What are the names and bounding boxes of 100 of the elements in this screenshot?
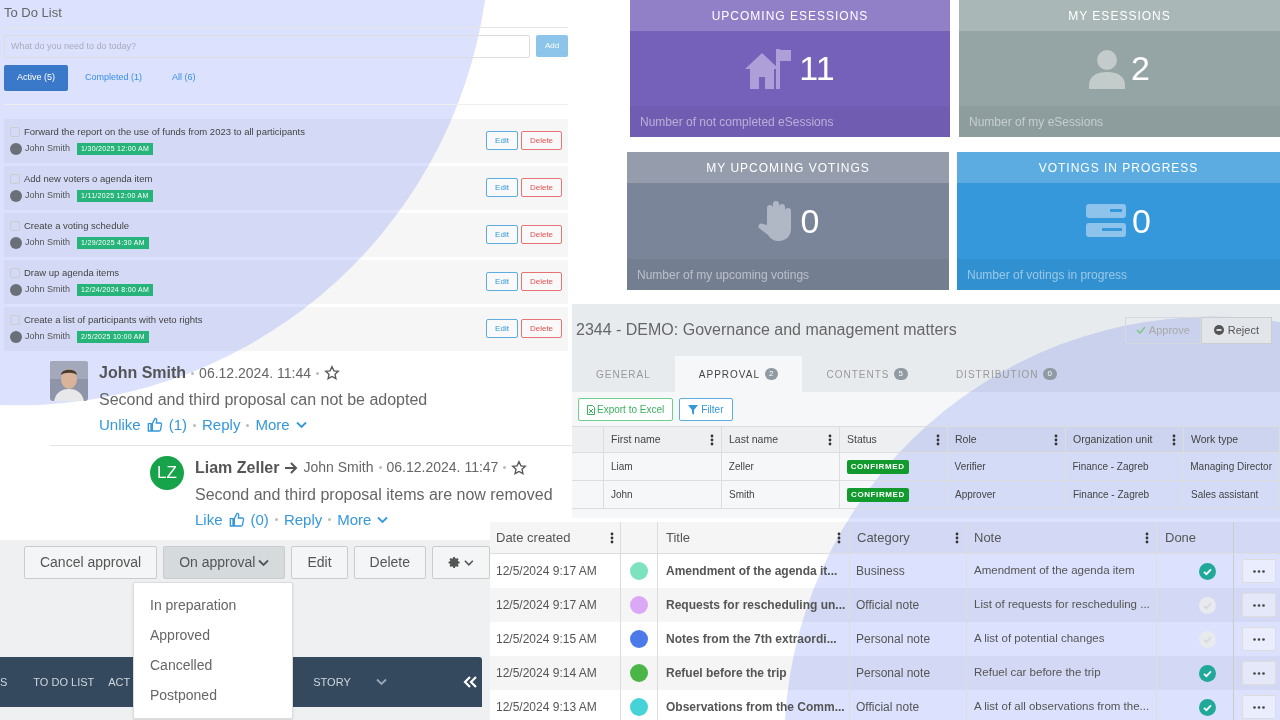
comment-text: Second and third proposal items are now removed [195,484,553,505]
checkbox[interactable] [10,268,20,279]
thumbs-up-icon[interactable] [146,417,163,434]
filter-tab[interactable]: All (6) [159,64,209,91]
kebab-icon[interactable] [936,433,940,446]
document-tab[interactable]: APPROVAL 2 [674,356,803,392]
kebab-icon[interactable] [1054,433,1058,446]
document-tab[interactable]: CONTENTS 5 [802,356,932,392]
todo-title: Forward the report on the use of funds from 2023 to all participants [24,125,305,140]
table-cell-text: Zeller [728,460,754,474]
nav-tab[interactable]: ACT [108,673,131,691]
document-tab[interactable]: GENERAL [572,356,675,392]
edit-button[interactable]: Edit [486,225,518,244]
author-name: Liam Zeller [195,457,280,478]
export-button[interactable]: Export to Excel [578,398,674,421]
kebab-icon[interactable] [837,531,841,544]
delete-button[interactable]: Delete [521,178,562,197]
star-icon[interactable] [323,365,340,381]
delete-button[interactable]: Delete [521,131,562,150]
action-button[interactable]: Edit [291,546,348,579]
column-header[interactable]: Note [967,522,1157,553]
thumbs-up-icon[interactable] [228,511,245,528]
todo-input[interactable]: What do you need to do today? [4,34,530,58]
filter-tab[interactable]: Completed (1) [72,64,156,91]
reply-link[interactable]: Reply [283,508,323,531]
delete-button[interactable]: Delete [521,272,562,291]
column-header[interactable]: Title [658,522,850,553]
kebab-icon[interactable] [955,531,959,544]
nav-tab[interactable]: STORY [313,673,351,691]
menu-item[interactable]: Approved [134,625,292,645]
checkbox[interactable] [10,127,20,138]
tile-title: VOTINGS IN PROGRESS [1038,159,1199,177]
table-cell-text: Liam [610,460,633,474]
kebab-icon[interactable] [1145,531,1149,544]
column-header[interactable]: Role [948,427,1066,452]
checkbox[interactable] [10,174,20,185]
reply-link[interactable]: Reply [202,414,241,437]
todo-title: Draw up agenda items [24,266,120,281]
chevron-down-icon [258,558,270,567]
checkbox[interactable] [10,315,20,326]
tile-footer: Number of my upcoming votings [637,265,810,284]
tile-value: 11 [799,48,835,89]
kebab-icon[interactable] [710,433,714,446]
menu-item[interactable]: Postponed [134,685,292,705]
checkbox[interactable] [10,221,20,232]
kebab-icon[interactable] [610,531,614,544]
tile-value: 0 [800,200,820,242]
table-cell-text: Notes from the 7th extraordi... [666,631,837,648]
comment-text: Second and third proposal can not be adopted [99,390,428,410]
reject-button[interactable]: Reject [1200,316,1272,344]
more-link[interactable]: More [337,508,372,531]
table-cell-text: A list of potential changes [974,631,1105,647]
column-header[interactable]: Work type [1184,427,1280,452]
column-header[interactable]: First name [604,427,722,452]
nav-tab[interactable]: S [0,673,8,691]
tile-footer: Number of votings in progress [967,265,1128,284]
like-link[interactable]: Unlike [99,414,141,437]
tile-value: 2 [1131,48,1150,89]
server-icon [1086,204,1127,238]
action-button[interactable]: Cancel approval [23,546,158,579]
column-header[interactable]: Category [850,522,967,553]
table-cell-text: Business [856,563,905,580]
filter-tab[interactable]: Active (5) [4,64,68,91]
filter-icon [688,404,699,415]
star-icon[interactable] [511,459,528,476]
minus-circle-icon [1213,325,1224,335]
delete-button[interactable]: Delete [521,319,562,338]
edit-button[interactable]: Edit [486,272,518,291]
document-tab[interactable]: DISTRIBUTION 0 [931,356,1081,392]
edit-button[interactable]: Edit [486,319,518,338]
filter-button[interactable]: Filter [679,398,733,421]
column-header[interactable]: Organization unit [1066,427,1184,452]
kebab-icon[interactable] [1172,433,1176,446]
table-cell-text: Requests for rescheduling un... [666,597,846,614]
table-cell-text: Official note [856,597,920,614]
delete-button[interactable]: Delete [521,225,562,244]
menu-item[interactable]: In preparation [134,595,292,615]
table-cell-text: Personal note [856,631,931,648]
column-header[interactable]: Date created [490,522,621,553]
column-header[interactable]: Status [840,427,948,452]
chevron-down-icon [464,558,474,567]
tile-title: UPCOMING ESESSIONS [711,7,869,25]
more-link[interactable]: More [255,414,290,437]
menu-item[interactable]: Cancelled [134,655,292,675]
kebab-icon[interactable] [828,433,832,446]
nav-tab[interactable]: TO DO LIST [33,673,95,691]
edit-button[interactable]: Edit [486,178,518,197]
action-button[interactable]: Delete [353,546,426,579]
settings-button[interactable] [432,546,490,579]
collapse-icon[interactable] [462,676,477,688]
like-link[interactable]: Like [195,508,223,531]
initials-avatar: LZ [150,455,184,490]
column-header[interactable]: Last name [722,427,840,452]
column-header[interactable]: Done [1157,522,1234,553]
status-dropdown[interactable]: On approval [163,546,286,579]
todo-title: Create a list of participants with veto rights [24,313,203,328]
table-cell-text: 12/5/2024 9:15 AM [496,631,597,648]
user-icon [1089,48,1126,89]
todo-user: John Smith [25,330,71,344]
edit-button[interactable]: Edit [486,131,518,150]
